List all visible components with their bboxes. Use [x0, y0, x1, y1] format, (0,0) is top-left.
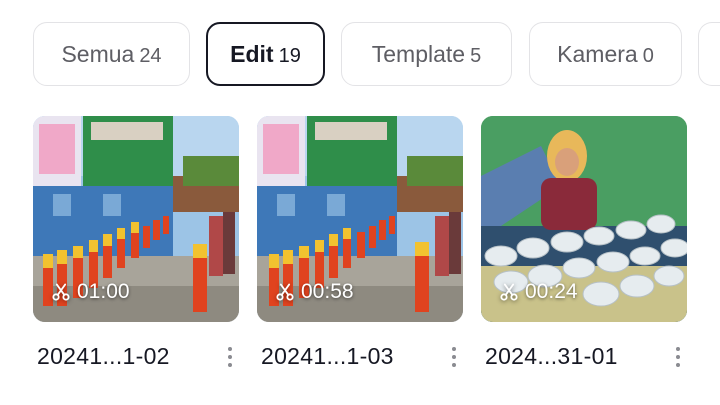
- tab-semua[interactable]: Semua 24: [33, 22, 190, 86]
- tab-kamera[interactable]: Kamera 0: [529, 22, 682, 86]
- tab-label: Template: [371, 40, 466, 67]
- more-vertical-icon[interactable]: [672, 345, 684, 369]
- tab-label: Edit: [230, 40, 274, 67]
- video-filename: 20241...1-02: [37, 343, 170, 369]
- tab-next-partial[interactable]: [698, 22, 720, 86]
- video-card[interactable]: 00:24: [481, 116, 687, 322]
- video-duration: 01:00: [51, 280, 130, 304]
- tab-label: Semua: [61, 40, 135, 67]
- tab-count: 19: [278, 44, 301, 67]
- scissors-icon: [500, 283, 518, 301]
- tab-template[interactable]: Template 5: [341, 22, 512, 86]
- tab-count: 5: [470, 44, 482, 67]
- tab-count: 0: [642, 44, 654, 67]
- video-filename: 2024...31-01: [485, 343, 618, 369]
- filter-tab-bar: Semua 24 Edit 19 Template 5 Kamera 0: [0, 22, 720, 86]
- scissors-icon: [52, 283, 70, 301]
- video-duration: 00:58: [275, 280, 354, 304]
- duration-label: 00:58: [301, 280, 354, 303]
- scissors-icon: [276, 283, 294, 301]
- duration-label: 01:00: [77, 280, 130, 303]
- duration-label: 00:24: [525, 280, 578, 303]
- tab-label: Kamera: [557, 40, 638, 67]
- more-vertical-icon[interactable]: [448, 345, 460, 369]
- video-card[interactable]: 00:58: [257, 116, 463, 322]
- video-card[interactable]: 01:00: [33, 116, 239, 322]
- video-filename: 20241...1-03: [261, 343, 394, 369]
- tab-edit[interactable]: Edit 19: [206, 22, 325, 86]
- more-vertical-icon[interactable]: [224, 345, 236, 369]
- tab-count: 24: [139, 44, 162, 67]
- video-duration: 00:24: [499, 280, 578, 304]
